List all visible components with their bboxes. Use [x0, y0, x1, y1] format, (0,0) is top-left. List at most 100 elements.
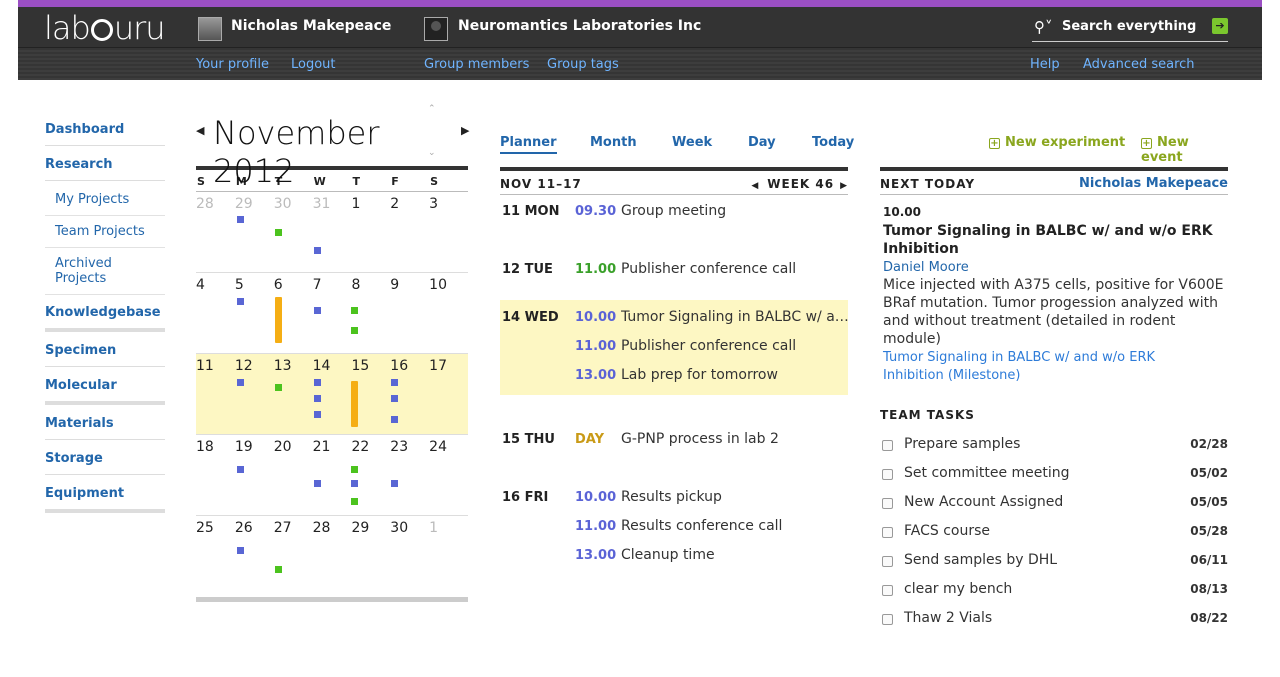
- chevron-up-icon[interactable]: ⌃: [428, 104, 436, 114]
- task-label[interactable]: Prepare samples: [904, 436, 1020, 452]
- multi-day-event-bar[interactable]: [274, 297, 282, 343]
- event-person-link[interactable]: Daniel Moore: [883, 260, 969, 275]
- event-title[interactable]: Publisher conference call: [621, 338, 849, 354]
- next-month-icon[interactable]: ▶: [461, 124, 469, 137]
- tab-month[interactable]: Month: [590, 135, 637, 150]
- search-box[interactable]: ⚲˅ Search everything ➔: [1032, 16, 1228, 42]
- prev-month-icon[interactable]: ◀: [196, 124, 204, 137]
- event-marker[interactable]: [313, 307, 321, 314]
- event-marker[interactable]: [313, 395, 321, 402]
- calendar-day[interactable]: 24: [429, 435, 468, 515]
- calendar-day[interactable]: 18: [196, 435, 235, 515]
- calendar-day[interactable]: 14: [313, 354, 352, 434]
- lab-avatar[interactable]: [424, 17, 448, 41]
- user-avatar[interactable]: [198, 17, 222, 41]
- event-marker[interactable]: [391, 395, 399, 402]
- new-experiment-button[interactable]: + New experiment: [989, 135, 1125, 150]
- calendar-day[interactable]: 12: [235, 354, 274, 434]
- group-tags-link[interactable]: Group tags: [547, 57, 619, 72]
- calendar-day[interactable]: 1: [429, 516, 468, 597]
- task-label[interactable]: Send samples by DHL: [904, 552, 1057, 568]
- event-marker[interactable]: [236, 547, 244, 554]
- event-marker[interactable]: [274, 384, 282, 391]
- task-checkbox[interactable]: [882, 556, 893, 567]
- calendar-day[interactable]: 10: [429, 273, 468, 353]
- calendar-day[interactable]: 1: [351, 192, 390, 272]
- sidebar-item-dashboard[interactable]: Dashboard: [45, 120, 165, 146]
- chevron-down-icon[interactable]: ⌄: [428, 148, 436, 158]
- event-title[interactable]: Cleanup time: [621, 547, 849, 563]
- task-checkbox[interactable]: [882, 440, 893, 451]
- logout-link[interactable]: Logout: [291, 57, 336, 72]
- calendar-day[interactable]: 23: [390, 435, 429, 515]
- tab-week[interactable]: Week: [672, 135, 712, 150]
- labguru-logo[interactable]: lab uru: [44, 9, 166, 47]
- task-label[interactable]: clear my bench: [904, 581, 1012, 597]
- sidebar-item-knowledgebase[interactable]: Knowledgebase: [45, 303, 165, 332]
- milestone-link[interactable]: Tumor Signaling in BALBC w/ and w/o ERK …: [883, 349, 1213, 385]
- owner-link[interactable]: Nicholas Makepeace: [1079, 176, 1228, 191]
- tab-planner[interactable]: Planner: [500, 135, 557, 154]
- sidebar-item-research[interactable]: Research: [45, 155, 165, 181]
- calendar-day[interactable]: 28: [196, 192, 235, 272]
- event-marker[interactable]: [236, 298, 244, 305]
- calendar-day[interactable]: 7: [313, 273, 352, 353]
- event-marker[interactable]: [351, 307, 359, 314]
- calendar-day[interactable]: 27: [274, 516, 313, 597]
- event-title[interactable]: Results pickup: [621, 489, 849, 505]
- event-marker[interactable]: [274, 229, 282, 236]
- event-marker[interactable]: [351, 498, 359, 505]
- user-name[interactable]: Nicholas Makepeace: [231, 18, 391, 34]
- prev-week-icon[interactable]: ◀: [751, 181, 759, 191]
- task-checkbox[interactable]: [882, 498, 893, 509]
- event-title[interactable]: Tumor Signaling in BALBC w/ and w/o ERK …: [621, 309, 849, 325]
- event-marker[interactable]: [313, 411, 321, 418]
- calendar-day[interactable]: 2: [390, 192, 429, 272]
- calendar-day[interactable]: 22: [351, 435, 390, 515]
- calendar-day[interactable]: 28: [313, 516, 352, 597]
- calendar-day[interactable]: 17: [429, 354, 468, 434]
- sidebar-item-specimen[interactable]: Specimen: [45, 341, 165, 367]
- calendar-day[interactable]: 8: [351, 273, 390, 353]
- task-label[interactable]: New Account Assigned: [904, 494, 1063, 510]
- sidebar-item-storage[interactable]: Storage: [45, 449, 165, 475]
- your-profile-link[interactable]: Your profile: [196, 57, 269, 72]
- event-title[interactable]: Lab prep for tomorrow: [621, 367, 849, 383]
- search-icon[interactable]: ⚲˅: [1034, 18, 1053, 36]
- search-input[interactable]: Search everything: [1062, 19, 1196, 34]
- task-label[interactable]: Thaw 2 Vials: [904, 610, 992, 626]
- task-checkbox[interactable]: [882, 527, 893, 538]
- new-event-button[interactable]: + New event: [1141, 135, 1228, 165]
- task-checkbox[interactable]: [882, 585, 893, 596]
- event-marker[interactable]: [313, 247, 321, 254]
- calendar-day[interactable]: 16: [390, 354, 429, 434]
- event-marker[interactable]: [391, 416, 399, 423]
- calendar-day[interactable]: 20: [274, 435, 313, 515]
- event-marker[interactable]: [313, 379, 321, 386]
- sidebar-item-my-projects[interactable]: My Projects: [45, 190, 165, 216]
- event-marker[interactable]: [274, 566, 282, 573]
- calendar-day[interactable]: 9: [390, 273, 429, 353]
- event-marker[interactable]: [391, 379, 399, 386]
- event-marker[interactable]: [236, 216, 244, 223]
- calendar-day[interactable]: 29: [351, 516, 390, 597]
- task-checkbox[interactable]: [882, 614, 893, 625]
- calendar-day[interactable]: 29: [235, 192, 274, 272]
- lab-name[interactable]: Neuromantics Laboratories Inc: [458, 18, 701, 34]
- calendar-day[interactable]: 25: [196, 516, 235, 597]
- event-marker[interactable]: [351, 480, 359, 487]
- tab-today[interactable]: Today: [812, 135, 854, 150]
- task-label[interactable]: Set committee meeting: [904, 465, 1070, 481]
- calendar-day[interactable]: 4: [196, 273, 235, 353]
- calendar-day[interactable]: 15: [351, 354, 390, 434]
- sidebar-item-equipment[interactable]: Equipment: [45, 484, 165, 513]
- advanced-search-link[interactable]: Advanced search: [1083, 57, 1195, 72]
- sidebar-item-materials[interactable]: Materials: [45, 414, 165, 440]
- calendar-day[interactable]: 6: [274, 273, 313, 353]
- multi-day-event-bar[interactable]: [351, 381, 359, 427]
- event-marker[interactable]: [236, 466, 244, 473]
- calendar-day[interactable]: 21: [313, 435, 352, 515]
- sidebar-item-molecular[interactable]: Molecular: [45, 376, 165, 405]
- event-marker[interactable]: [313, 480, 321, 487]
- calendar-day[interactable]: 30: [274, 192, 313, 272]
